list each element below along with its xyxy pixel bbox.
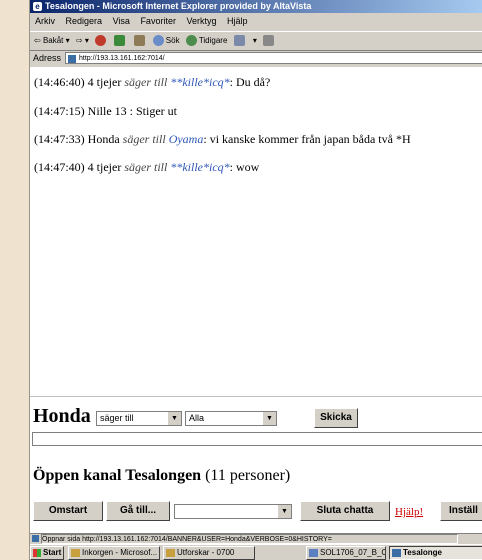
channel-name: Öppen kanal Tesalongen: [33, 467, 202, 484]
back-label: Bakåt: [42, 36, 64, 45]
refresh-icon[interactable]: [114, 35, 126, 46]
forward-button[interactable]: ⇨ ▾: [76, 32, 89, 50]
task-label: Utforskar - 0700: [177, 548, 235, 557]
mode-select-value: säger till: [100, 413, 134, 423]
message-text: : Stiger ut: [126, 104, 178, 118]
browser-window: e Tesalongen - Microsoft Internet Explore…: [29, 0, 482, 560]
status-message: Öppnar sida http://193.13.161.162:7014/B…: [42, 536, 332, 543]
home-icon[interactable]: [133, 35, 145, 46]
search-button[interactable]: Sök: [152, 32, 180, 50]
start-button[interactable]: Start: [30, 546, 64, 560]
message-sender: 4 tjejer: [87, 160, 122, 174]
message-text: : wow: [229, 160, 260, 174]
menu-visa[interactable]: Visa: [113, 16, 130, 26]
recipient-select[interactable]: Alla ▼: [185, 411, 277, 426]
task-tesalongen[interactable]: Tesalonge: [389, 546, 482, 560]
status-bar: Öppnar sida http://193.13.161.162:7014/B…: [30, 533, 482, 544]
settings-button[interactable]: Inställ: [440, 501, 482, 521]
goto-button[interactable]: Gå till...: [106, 501, 170, 521]
channel-count: (11 personer): [205, 467, 291, 484]
print-icon[interactable]: [263, 35, 275, 46]
address-url: http://193.13.161.162:7014/: [79, 55, 165, 62]
address-input[interactable]: http://193.13.161.162:7014/: [65, 52, 482, 64]
chat-controls: Honda säger till ▼ Alla ▼ Skicka Öppen k…: [30, 396, 482, 534]
mail-dropdown[interactable]: ▾: [253, 32, 257, 50]
menu-arkiv[interactable]: Arkiv: [35, 16, 55, 26]
message-sender: Nille 13: [87, 104, 127, 118]
message-verb: säger till: [124, 75, 168, 89]
search-label: Sök: [165, 36, 180, 45]
task-explorer[interactable]: Utforskar - 0700: [163, 546, 255, 560]
message-sender: Honda: [87, 132, 120, 146]
task-label: Inkorgen - Microsof...: [82, 548, 158, 557]
message-text: : Du då?: [229, 75, 271, 89]
page-icon: [32, 535, 39, 542]
back-button[interactable]: ⇦ Bakåt ▾: [34, 32, 70, 50]
toolbar: ⇦ Bakåt ▾ ⇨ ▾ Sök Tidigare ▾: [30, 31, 482, 51]
start-label: Start: [43, 548, 62, 557]
message-verb: säger till: [122, 132, 166, 146]
folder-icon: [166, 549, 175, 557]
message-recipient[interactable]: **kille*icq*: [170, 160, 229, 174]
window-title: Tesalongen - Microsoft Internet Explorer…: [45, 1, 312, 11]
send-button[interactable]: Skicka: [314, 408, 358, 428]
message-time: (14:46:40): [34, 75, 85, 89]
message-time: (14:47:33): [34, 132, 85, 146]
address-label: Adress: [33, 53, 62, 63]
taskbar: Start Inkorgen - Microsof... Utforskar -…: [30, 544, 482, 560]
history-label: Tidigare: [198, 36, 228, 45]
channel-title: Öppen kanal Tesalongen (11 personer): [33, 467, 290, 485]
restart-button[interactable]: Omstart: [33, 501, 103, 521]
message-recipient[interactable]: **kille*icq*: [170, 75, 229, 89]
menu-hjalp[interactable]: Hjälp: [227, 16, 248, 26]
task-label: SOL1706_07_B_C...: [320, 548, 385, 557]
message-text: : vi kanske kommer från japan båda två *…: [203, 132, 411, 146]
page-icon: [68, 55, 76, 63]
ie-icon: [392, 549, 401, 557]
task-inbox[interactable]: Inkorgen - Microsof...: [68, 546, 160, 560]
chevron-down-icon: ▼: [262, 412, 276, 425]
stop-icon[interactable]: [95, 35, 107, 46]
menu-redigera[interactable]: Redigera: [66, 16, 103, 26]
mode-select[interactable]: säger till ▼: [96, 411, 182, 426]
mail-icon[interactable]: [233, 35, 245, 46]
help-link[interactable]: Hjälp!: [395, 506, 423, 518]
sender-name: Honda: [33, 405, 91, 427]
message-time: (14:47:40): [34, 160, 85, 174]
document-icon: [309, 549, 318, 557]
message-recipient[interactable]: Oyama: [169, 132, 204, 146]
chat-message: (14:47:33) Honda säger till Oyama: vi ka…: [34, 132, 411, 147]
message-sender: 4 tjejer: [87, 75, 122, 89]
stop-chat-button[interactable]: Sluta chatta: [300, 501, 390, 521]
message-input[interactable]: [32, 432, 482, 446]
message-verb: säger till: [124, 160, 168, 174]
task-document[interactable]: SOL1706_07_B_C...: [306, 546, 386, 560]
chat-message: (14:47:15) Nille 13 : Stiger ut: [34, 104, 177, 119]
goto-select[interactable]: ▼: [174, 504, 292, 519]
history-button[interactable]: Tidigare: [185, 32, 228, 50]
history-icon: [185, 35, 197, 46]
task-label: Tesalonge: [403, 548, 442, 557]
address-bar: Adress http://193.13.161.162:7014/: [30, 51, 482, 66]
ie-logo-icon: e: [33, 2, 42, 11]
chevron-down-icon: ▼: [167, 412, 181, 425]
menu-verktyg[interactable]: Verktyg: [186, 16, 216, 26]
menu-favoriter[interactable]: Favoriter: [140, 16, 176, 26]
search-icon: [152, 35, 164, 46]
message-time: (14:47:15): [34, 104, 85, 118]
windows-flag-icon: [33, 549, 41, 557]
title-bar[interactable]: e Tesalongen - Microsoft Internet Explore…: [30, 0, 482, 13]
status-text: Öppnar sida http://193.13.161.162:7014/B…: [41, 534, 458, 544]
chevron-down-icon: ▼: [277, 505, 291, 518]
chat-message: (14:46:40) 4 tjejer säger till **kille*i…: [34, 75, 270, 90]
chat-log[interactable]: (14:46:40) 4 tjejer säger till **kille*i…: [30, 67, 482, 396]
chat-message: (14:47:40) 4 tjejer säger till **kille*i…: [34, 160, 259, 175]
outlook-icon: [71, 549, 80, 557]
recipient-select-value: Alla: [189, 413, 205, 423]
menu-bar: Arkiv Redigera Visa Favoriter Verktyg Hj…: [30, 14, 482, 29]
